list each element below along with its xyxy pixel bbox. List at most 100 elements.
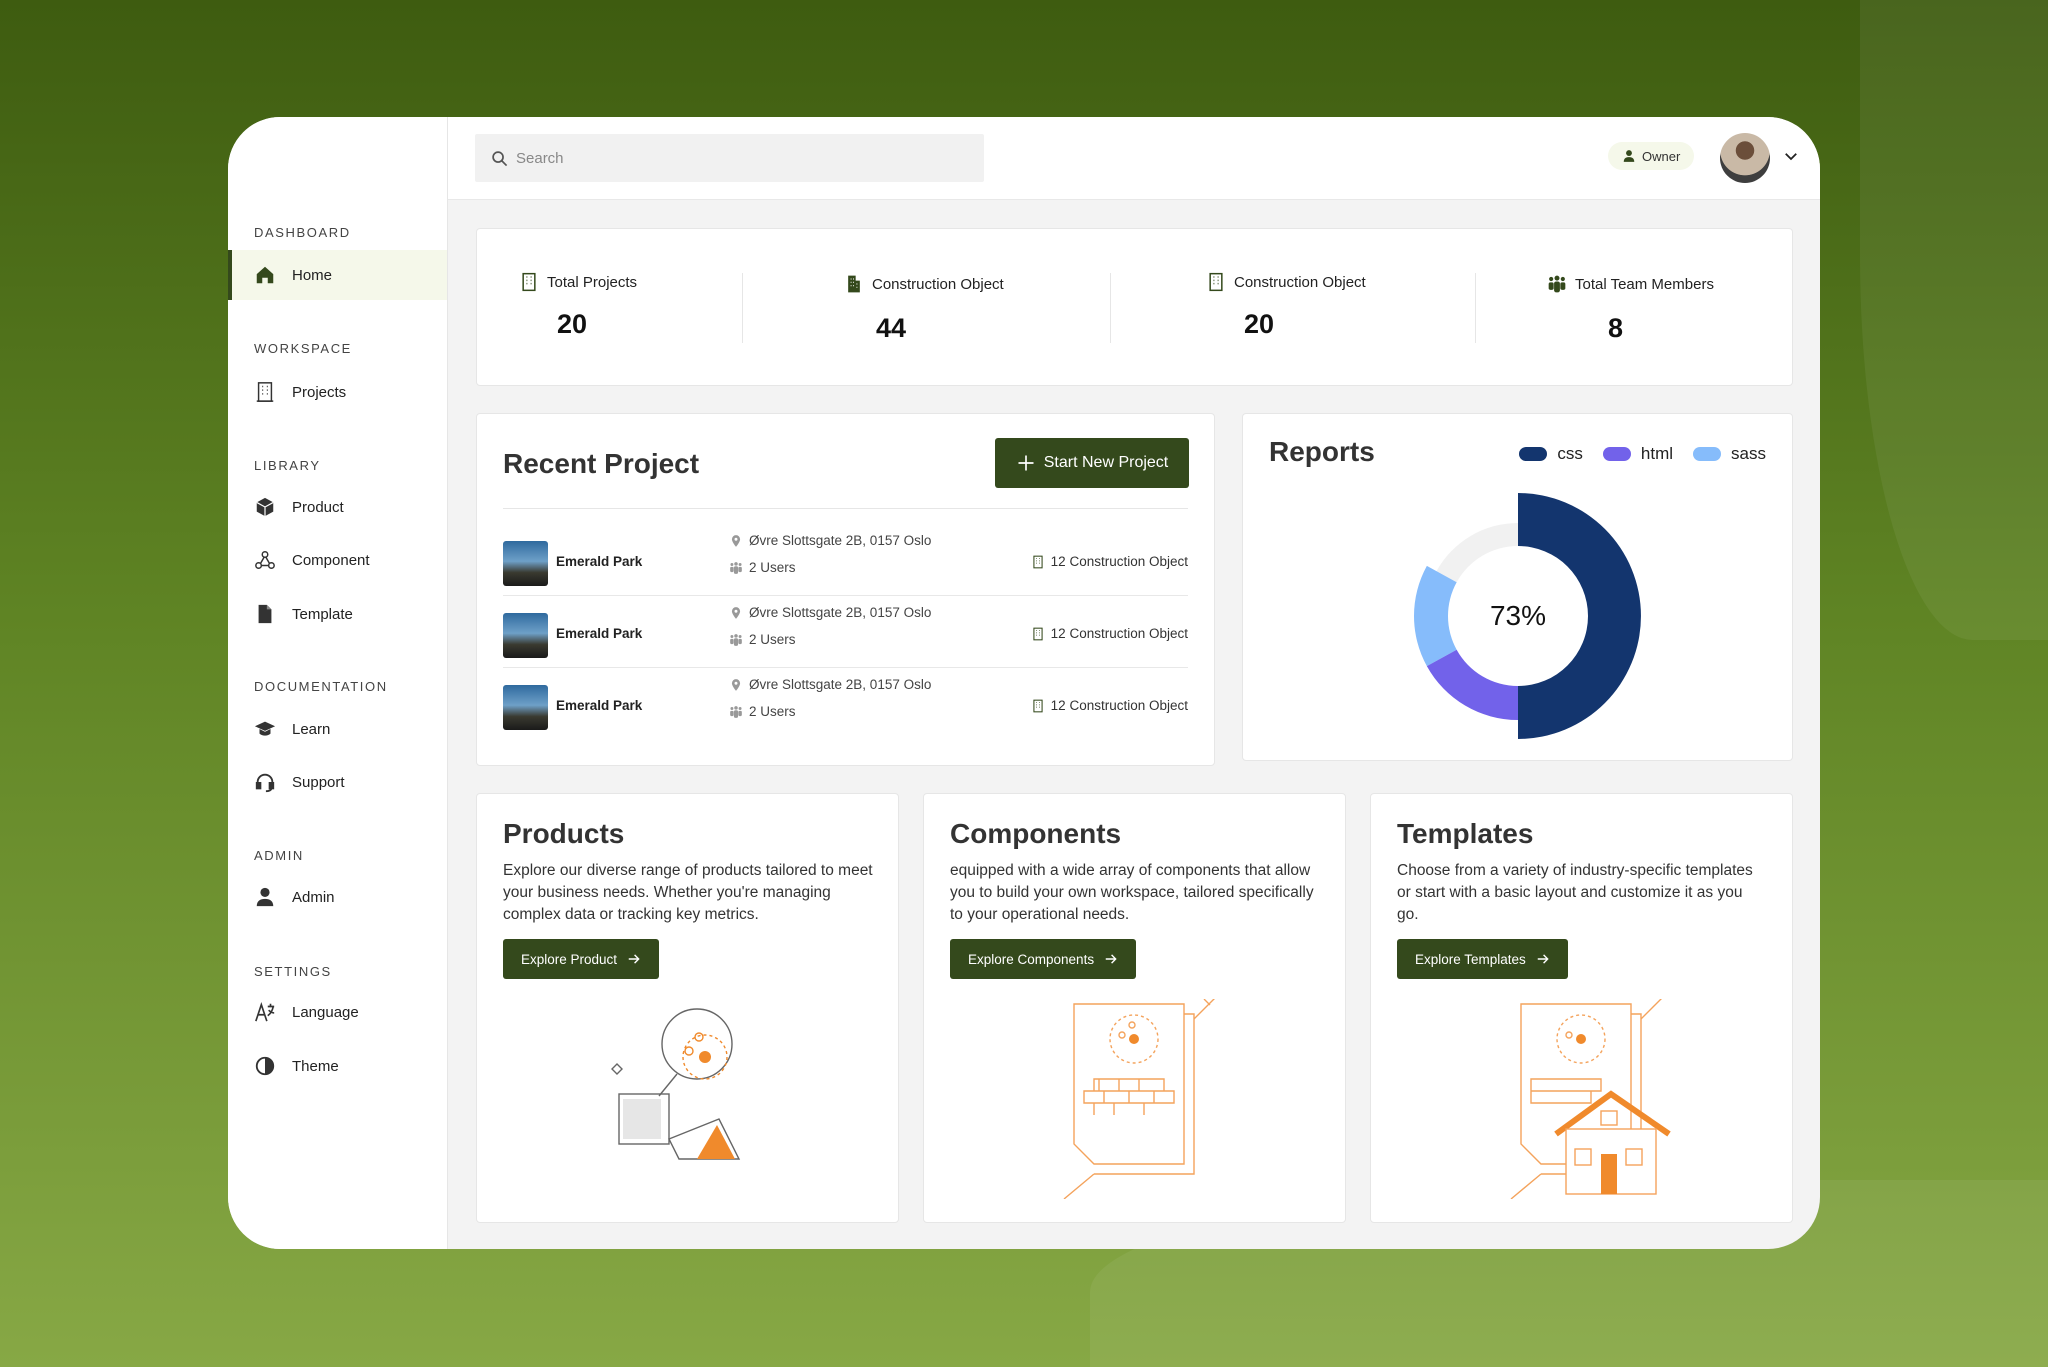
location-pin-icon (731, 534, 741, 547)
users-text: 2 Users (749, 704, 796, 719)
arrow-right-icon (1105, 954, 1117, 964)
card-title: Templates (1397, 818, 1534, 849)
search-placeholder: Search (516, 149, 564, 167)
card-title: Products (503, 818, 625, 849)
sidebar-item-product[interactable]: Product (228, 482, 447, 532)
project-thumbnail (503, 541, 548, 586)
sidebar-item-home[interactable]: Home (228, 250, 447, 300)
stat-construction-object-2: Construction Object 20 (1110, 229, 1475, 385)
project-thumbnail (503, 613, 548, 658)
sidebar-item-component[interactable]: Component (228, 535, 447, 585)
donut-slice-remainder (1436, 523, 1518, 583)
sidebar: DASHBOARD Home WORKSPACE Projects LIBRAR… (228, 117, 448, 1249)
section-documentation: DOCUMENTATION (254, 679, 388, 694)
project-users: 2 Users (729, 704, 796, 719)
sidebar-item-projects[interactable]: Projects (228, 367, 447, 417)
stat-label: Total Team Members (1547, 273, 1714, 295)
file-icon (258, 604, 272, 624)
objects-text: 12 Construction Object (1050, 626, 1188, 641)
location-pin-icon (731, 678, 741, 691)
project-address: Øvre Slottsgate 2B, 0157 Oslo (729, 533, 931, 548)
templates-card: Templates Choose from a variety of indus… (1370, 793, 1793, 1223)
arrow-right-icon (1537, 954, 1549, 964)
project-objects: 12 Construction Object (1031, 554, 1188, 569)
project-users: 2 Users (729, 632, 796, 647)
sidebar-item-theme[interactable]: Theme (228, 1041, 447, 1091)
avatar[interactable] (1720, 133, 1770, 183)
explore-button[interactable]: Explore Product (503, 939, 660, 979)
donut-slice-sass (1414, 565, 1457, 667)
sidebar-item-label: Projects (292, 383, 347, 401)
button-label: Start New Project (1043, 454, 1169, 471)
section-settings: SETTINGS (254, 964, 332, 979)
stats-card: Total Projects 20 Construction Object 44… (476, 228, 1793, 386)
button-label: Explore Components (968, 951, 1095, 967)
chevron-down-icon[interactable] (1782, 147, 1800, 165)
project-objects: 12 Construction Object (1031, 698, 1188, 713)
project-row[interactable]: Emerald Park Øvre Slottsgate 2B, 0157 Os… (503, 668, 1188, 740)
address-text: Øvre Slottsgate 2B, 0157 Oslo (749, 533, 932, 548)
stat-team-members: Total Team Members 8 (1475, 229, 1794, 385)
location-pin-icon (731, 606, 741, 619)
stat-label-text: Total Team Members (1575, 275, 1714, 293)
products-card: Products Explore our diverse range of pr… (476, 793, 899, 1223)
explore-button[interactable]: Explore Templates (1397, 939, 1568, 979)
address-text: Øvre Slottsgate 2B, 0157 Oslo (749, 677, 932, 692)
component-icon (255, 551, 275, 569)
project-row[interactable]: Emerald Park Øvre Slottsgate 2B, 0157 Os… (503, 524, 1188, 596)
product-illustration (611, 1008, 741, 1160)
objects-text: 12 Construction Object (1050, 554, 1188, 569)
stat-total-projects: Total Projects 20 (477, 229, 742, 385)
building-icon (256, 382, 274, 402)
plus-icon (1018, 455, 1034, 471)
sidebar-item-template[interactable]: Template (228, 589, 447, 639)
card-description: Explore our diverse range of products ta… (503, 862, 873, 923)
sidebar-item-label: Language (292, 1003, 359, 1021)
topbar: Search Owner (448, 117, 1820, 200)
search-input[interactable]: Search (475, 134, 984, 182)
theme-icon (255, 1056, 275, 1076)
section-admin: ADMIN (254, 848, 304, 863)
stat-label-text: Construction Object (872, 275, 1004, 293)
component-illustration (1063, 999, 1215, 1199)
divider (503, 508, 1188, 509)
users-text: 2 Users (749, 560, 796, 575)
button-label: Explore Templates (1415, 951, 1526, 967)
sidebar-item-label: Home (292, 266, 333, 284)
sidebar-item-label: Template (292, 605, 353, 623)
components-card: Components equipped with a wide array of… (923, 793, 1346, 1223)
sidebar-item-support[interactable]: Support (228, 757, 447, 807)
address-text: Øvre Slottsgate 2B, 0157 Oslo (749, 605, 932, 620)
stat-value: 20 (557, 309, 588, 339)
sidebar-item-label: Component (292, 551, 370, 569)
card-title: Components (950, 818, 1122, 849)
project-objects: 12 Construction Object (1031, 626, 1188, 641)
team-icon (730, 561, 742, 574)
stat-value: 8 (1608, 313, 1624, 343)
project-row[interactable]: Emerald Park Øvre Slottsgate 2B, 0157 Os… (503, 596, 1188, 668)
team-icon (730, 633, 742, 646)
project-name: Emerald Park (556, 698, 643, 713)
section-dashboard: DASHBOARD (254, 225, 351, 240)
sidebar-item-learn[interactable]: Learn (228, 704, 447, 754)
stat-label: Construction Object (844, 273, 1004, 295)
recent-project-title: Recent Project (503, 448, 700, 479)
role-label: Owner (1642, 148, 1681, 164)
building-icon (1209, 272, 1223, 292)
start-new-project-button[interactable]: Start New Project (995, 438, 1189, 488)
reports-card: Reports css html sass 73% (1242, 413, 1793, 761)
sidebar-item-language[interactable]: Language (228, 987, 447, 1037)
user-icon (1623, 150, 1635, 162)
button-label: Explore Product (521, 951, 618, 967)
section-workspace: WORKSPACE (254, 341, 352, 356)
stat-label-text: Total Projects (547, 273, 638, 291)
sidebar-item-admin[interactable]: Admin (228, 872, 447, 922)
project-address: Øvre Slottsgate 2B, 0157 Oslo (729, 677, 931, 692)
stat-value: 20 (1244, 309, 1275, 339)
sidebar-item-label: Admin (292, 888, 335, 906)
explore-button[interactable]: Explore Components (950, 939, 1137, 979)
objects-text: 12 Construction Object (1050, 698, 1188, 713)
box-icon (256, 497, 274, 517)
user-icon (256, 887, 274, 907)
team-icon (1548, 275, 1566, 293)
